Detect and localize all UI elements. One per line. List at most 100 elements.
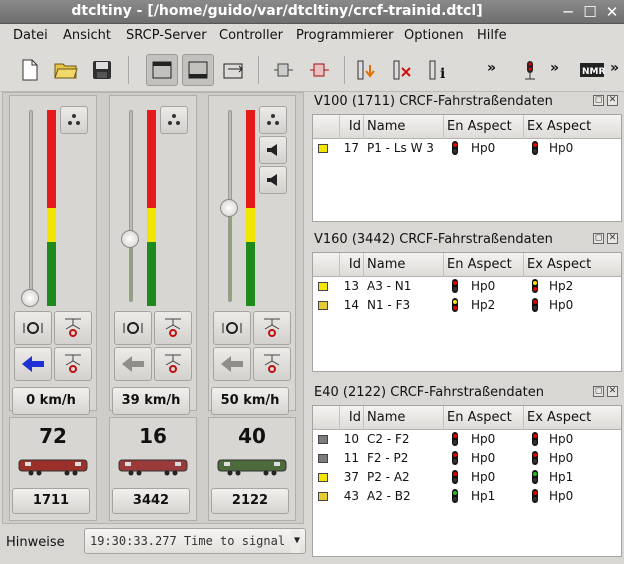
- table-row[interactable]: 37 P2 - A2 Hp0 Hp1: [313, 468, 621, 487]
- speed-display[interactable]: 39 km/h: [112, 387, 190, 415]
- entry-aspect: Hp1: [471, 489, 496, 503]
- float-icon[interactable]: ◻: [593, 386, 604, 397]
- signal-icon: [452, 279, 458, 293]
- route-panel: E40 (2122) CRCF-Fahrstraßendaten ◻ ✕ Id N…: [312, 383, 622, 559]
- menu-ansicht[interactable]: Ansicht: [63, 28, 111, 43]
- header-name[interactable]: Name: [363, 406, 443, 430]
- close-icon[interactable]: ✕: [607, 386, 618, 397]
- header-color[interactable]: [313, 115, 339, 139]
- table-row[interactable]: 11 F2 - P2 Hp0 Hp0: [313, 449, 621, 468]
- hints-combo[interactable]: 19:30:33.277 Time to signal ▼: [84, 528, 306, 554]
- close-icon[interactable]: ✕: [607, 233, 618, 244]
- throttle-track[interactable]: [29, 110, 33, 302]
- decoder-red-icon[interactable]: [304, 54, 336, 86]
- direction-button[interactable]: [14, 347, 52, 381]
- header-id[interactable]: Id: [339, 406, 363, 430]
- direction-button[interactable]: [213, 347, 251, 381]
- speed-meter: [47, 110, 56, 306]
- signal-icon[interactable]: [514, 54, 546, 86]
- light-button[interactable]: [213, 311, 251, 345]
- pantograph-button[interactable]: [54, 311, 92, 345]
- light-button[interactable]: [114, 311, 152, 345]
- delete-cv-icon[interactable]: [386, 54, 418, 86]
- menu-datei[interactable]: Datei: [13, 28, 48, 43]
- header-en-aspect[interactable]: En Aspect: [443, 406, 523, 430]
- header-en-aspect[interactable]: En Aspect: [443, 253, 523, 277]
- header-color[interactable]: [313, 406, 339, 430]
- menu-optionen[interactable]: Optionen: [404, 28, 464, 43]
- table-row[interactable]: 10 C2 - F2 Hp0 Hp0: [313, 430, 621, 449]
- header-name[interactable]: Name: [363, 253, 443, 277]
- chevron-down-icon[interactable]: ▼: [290, 529, 300, 553]
- table-row[interactable]: 14 N1 - F3 Hp2 Hp0: [313, 296, 621, 315]
- menu-controller[interactable]: Controller: [219, 28, 283, 43]
- maximize-icon[interactable]: ☐: [580, 2, 600, 22]
- view-split-icon[interactable]: [218, 54, 250, 86]
- signal-icon: [532, 451, 538, 465]
- open-folder-icon[interactable]: [50, 54, 82, 86]
- route-color-swatch: [318, 473, 328, 482]
- speed-display[interactable]: 0 km/h: [12, 387, 90, 415]
- table-row[interactable]: 43 A2 - B2 Hp1 Hp0: [313, 487, 621, 506]
- loco-address-button[interactable]: 3442: [112, 488, 190, 514]
- speed-display[interactable]: 50 km/h: [211, 387, 289, 415]
- route-color-swatch: [318, 301, 328, 310]
- header-id[interactable]: Id: [339, 115, 363, 139]
- decoder-icon[interactable]: [268, 54, 300, 86]
- view-bottom-icon[interactable]: [182, 54, 214, 86]
- entry-aspect: Hp0: [471, 432, 496, 446]
- horn-button[interactable]: [259, 136, 287, 164]
- read-cv-icon[interactable]: [350, 54, 382, 86]
- route-id: 17: [343, 141, 359, 155]
- loco-address-button[interactable]: 1711: [12, 488, 90, 514]
- toolbar-overflow-icon[interactable]: »: [550, 60, 559, 76]
- menu-programmierer[interactable]: Programmierer: [296, 28, 394, 43]
- pantograph-button[interactable]: [253, 347, 291, 381]
- header-ex-aspect[interactable]: Ex Aspect: [523, 406, 603, 430]
- header-ex-aspect[interactable]: Ex Aspect: [523, 115, 603, 139]
- signal-icon: [452, 451, 458, 465]
- menu-hilfe[interactable]: Hilfe: [477, 28, 507, 43]
- close-icon[interactable]: ✕: [602, 2, 622, 22]
- light-button[interactable]: [14, 311, 52, 345]
- info-cv-icon[interactable]: i: [422, 54, 454, 86]
- toolbar-overflow-icon[interactable]: »: [487, 60, 496, 76]
- toolbar-overflow-icon[interactable]: »: [610, 60, 619, 76]
- route-id: 43: [343, 489, 359, 503]
- header-name[interactable]: Name: [363, 115, 443, 139]
- save-icon[interactable]: [86, 54, 118, 86]
- route-color-swatch: [318, 492, 328, 501]
- pantograph-button[interactable]: [54, 347, 92, 381]
- function-dots-button[interactable]: [160, 106, 188, 134]
- function-dots-button[interactable]: [259, 106, 287, 134]
- nmra-icon[interactable]: NMR: [576, 54, 608, 86]
- horn-button[interactable]: [259, 166, 287, 194]
- entry-aspect: Hp0: [471, 141, 496, 155]
- minimize-icon[interactable]: ─: [558, 2, 578, 22]
- close-icon[interactable]: ✕: [607, 95, 618, 106]
- pantograph-button[interactable]: [154, 347, 192, 381]
- menu-srcp-server[interactable]: SRCP-Server: [126, 28, 207, 43]
- loco-address-button[interactable]: 2122: [211, 488, 289, 514]
- throttle-track[interactable]: [129, 110, 133, 302]
- pantograph-button[interactable]: [154, 311, 192, 345]
- direction-button[interactable]: [114, 347, 152, 381]
- throttle-knob[interactable]: [121, 229, 139, 248]
- float-icon[interactable]: ◻: [593, 95, 604, 106]
- entry-aspect: Hp0: [471, 451, 496, 465]
- new-file-icon[interactable]: [14, 54, 46, 86]
- header-en-aspect[interactable]: En Aspect: [443, 115, 523, 139]
- header-ex-aspect[interactable]: Ex Aspect: [523, 253, 603, 277]
- header-color[interactable]: [313, 253, 339, 277]
- table-row[interactable]: 13 A3 - N1 Hp0 Hp2: [313, 277, 621, 296]
- throttle-knob[interactable]: [220, 199, 238, 217]
- function-dots-button[interactable]: [60, 106, 88, 134]
- float-icon[interactable]: ◻: [593, 233, 604, 244]
- throttle-box: [208, 95, 296, 323]
- pantograph-button[interactable]: [253, 311, 291, 345]
- throttle-knob[interactable]: [21, 289, 39, 307]
- header-id[interactable]: Id: [339, 253, 363, 277]
- view-top-icon[interactable]: [146, 54, 178, 86]
- table-row[interactable]: 17 P1 - Ls W 3 Hp0 Hp0: [313, 139, 621, 158]
- control-box: 39 km/h: [109, 307, 197, 415]
